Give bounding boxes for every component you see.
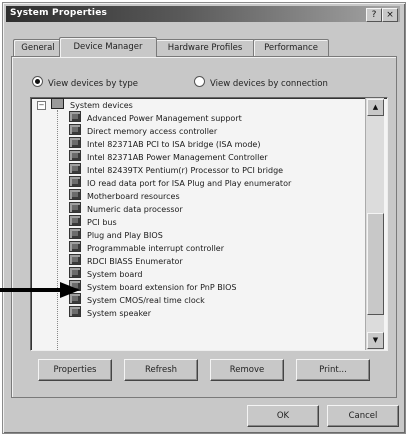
device-manager-panel: View devices by type View devices by con… [11,56,397,398]
tree-item[interactable]: Direct memory access controller [69,124,217,137]
tree-item-label: Advanced Power Management support [87,114,242,123]
device-tree: − System devices Advanced Power Manageme… [31,98,365,350]
tree-item[interactable]: Intel 82371AB PCI to ISA bridge (ISA mod… [69,137,260,150]
scroll-up-icon[interactable]: ▲ [367,99,384,116]
vertical-scrollbar[interactable]: ▲ ▼ [365,98,384,350]
tree-item-label: Programmable interrupt controller [87,244,224,253]
tree-item[interactable]: System board extension for PnP BIOS [69,280,236,293]
device-icon [69,202,81,213]
tree-item[interactable]: Intel 82371AB Power Management Controlle… [69,150,268,163]
tab-general[interactable]: General [13,39,63,56]
tree-item[interactable]: PCI bus [69,215,117,228]
view-by-connection-option[interactable]: View devices by connection [194,76,328,89]
tree-item-label: Motherboard resources [87,192,180,201]
ok-button[interactable]: OK [247,405,319,427]
device-icon [69,176,81,187]
tree-item[interactable]: Advanced Power Management support [69,111,242,124]
device-icon [69,215,81,226]
tree-item[interactable]: IO read data port for ISA Plug and Play … [69,176,291,189]
tree-item-label: System speaker [87,309,152,318]
view-by-connection-label: View devices by connection [210,79,328,89]
tree-item-label: System board extension for PnP BIOS [87,283,237,292]
pointer-arrow-icon [0,282,80,298]
tree-item[interactable]: RDCI BIASS Enumerator [69,254,183,267]
tree-item-label: Intel 82439TX Pentium(r) Processor to PC… [87,166,284,175]
window-title: System Properties [10,8,108,18]
device-icon [69,189,81,200]
refresh-button[interactable]: Refresh [124,359,198,381]
tree-item[interactable]: System CMOS/real time clock [69,293,205,306]
remove-button[interactable]: Remove [210,359,284,381]
tree-item-label: Direct memory access controller [87,127,218,136]
cancel-button[interactable]: Cancel [327,405,399,427]
device-icon [69,137,81,148]
device-icon [69,267,81,278]
category-label: System devices [70,101,133,110]
radio-selected-icon[interactable] [32,76,43,87]
print-button[interactable]: Print... [296,359,370,381]
tab-performance[interactable]: Performance [253,39,329,56]
properties-button[interactable]: Properties [38,359,112,381]
tree-item[interactable]: Plug and Play BIOS [69,228,163,241]
device-icon [69,254,81,265]
tab-device-manager[interactable]: Device Manager [59,37,157,57]
tree-item-label: PCI bus [87,218,117,227]
tree-item-label: System CMOS/real time clock [87,296,205,305]
device-list[interactable]: − System devices Advanced Power Manageme… [30,97,388,351]
tree-item-label: Intel 82371AB PCI to ISA bridge (ISA mod… [87,140,261,149]
scroll-thumb[interactable] [367,213,384,315]
radio-unselected-icon[interactable] [194,76,205,87]
tree-item[interactable]: Motherboard resources [69,189,180,202]
tree-item[interactable]: Numeric data processor [69,202,183,215]
tree-item-label: IO read data port for ISA Plug and Play … [87,179,292,188]
view-by-type-label: View devices by type [48,79,139,89]
help-button[interactable]: ? [366,8,382,22]
tree-item-label: Plug and Play BIOS [87,231,163,240]
system-properties-window: System Properties ? × General Device Man… [2,2,406,434]
tree-item-label: Numeric data processor [87,205,183,214]
tree-item-label: System board [87,270,143,279]
close-button[interactable]: × [382,8,398,22]
device-icon [69,150,81,161]
computer-icon [51,98,64,109]
tree-category-system-devices[interactable]: System devices [51,98,133,111]
tree-item[interactable]: System speaker [69,306,151,319]
device-icon [69,124,81,135]
tree-item-label: RDCI BIASS Enumerator [87,257,183,266]
tree-item[interactable]: System board [69,267,142,280]
device-icon [69,306,81,317]
tree-item[interactable]: Intel 82439TX Pentium(r) Processor to PC… [69,163,283,176]
device-icon [69,111,81,122]
collapse-icon[interactable]: − [37,101,46,110]
device-icon [69,163,81,174]
tree-connector [57,110,59,350]
scroll-down-icon[interactable]: ▼ [367,332,384,349]
tree-item-label: Intel 82371AB Power Management Controlle… [87,153,268,162]
device-icon [69,241,81,252]
tree-item[interactable]: Programmable interrupt controller [69,241,224,254]
view-by-type-option[interactable]: View devices by type [32,76,139,89]
tab-hardware-profiles[interactable]: Hardware Profiles [155,39,255,56]
device-icon [69,228,81,239]
title-bar[interactable]: System Properties ? × [6,6,400,22]
